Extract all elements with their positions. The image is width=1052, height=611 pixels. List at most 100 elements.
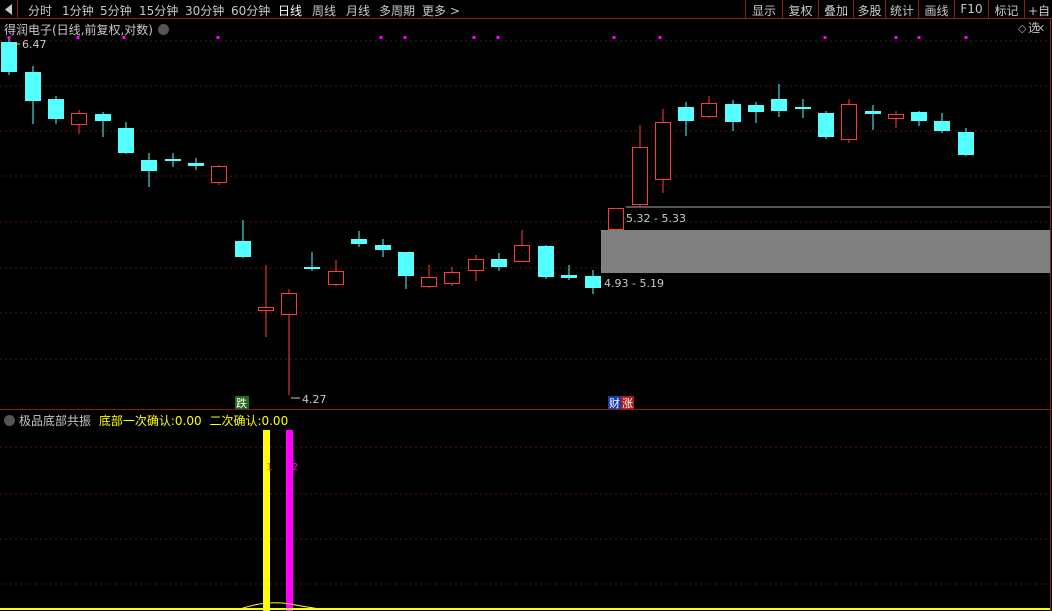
candle-body: [538, 246, 554, 277]
candle: [958, 128, 974, 156]
candle-body: [725, 104, 741, 122]
confirm-bar-1-label: 1: [266, 462, 272, 473]
candle-body: [608, 208, 624, 230]
signal-dot: [917, 36, 921, 39]
candle: [281, 289, 297, 395]
candle: [95, 112, 111, 137]
candle: [865, 105, 881, 130]
candle-body: [141, 160, 157, 171]
candle: [538, 245, 554, 279]
candle-body: [561, 275, 577, 278]
candle-body: [421, 277, 437, 287]
low-price-label: 4.27: [302, 393, 327, 406]
candle-body: [281, 293, 297, 315]
signal-dot: [658, 36, 662, 39]
candle: [491, 253, 507, 271]
signal-dot: [76, 36, 80, 39]
candle: [655, 109, 671, 193]
candle: [608, 208, 624, 231]
indicator-menu-icon[interactable]: [4, 415, 15, 426]
candle: [398, 252, 414, 289]
signal-dot: [216, 36, 220, 39]
candle-body: [585, 276, 601, 288]
candle-body: [701, 103, 717, 117]
candle: [818, 111, 834, 139]
candle-body: [748, 105, 764, 112]
candle: [211, 165, 227, 185]
candle: [585, 270, 601, 294]
candle-body: [71, 113, 87, 125]
candle: [841, 99, 857, 143]
candle: [421, 265, 437, 288]
candle-body: [795, 107, 811, 109]
candle: [141, 153, 157, 187]
signal-dot: [472, 36, 476, 39]
candle: [304, 252, 320, 271]
candle: [934, 113, 950, 133]
zone-upper-label: 5.32 - 5.33: [626, 212, 686, 225]
candle: [375, 239, 391, 257]
signal-dot: [612, 36, 616, 39]
candle: [165, 153, 181, 167]
candle: [561, 265, 577, 280]
second-confirm-label: 二次确认:: [209, 414, 262, 428]
fall-marker[interactable]: 跌: [236, 396, 247, 410]
candle: [25, 66, 41, 124]
candle-body: [771, 99, 787, 111]
confirm-bar-2: [286, 430, 293, 611]
candle-body: [48, 99, 64, 119]
second-confirm-value: 0.00: [261, 414, 289, 428]
confirm-bar-1: [263, 430, 270, 611]
candle-body: [95, 114, 111, 121]
candle: [235, 220, 251, 258]
panel-separator: [0, 409, 1052, 410]
candle: [632, 125, 648, 207]
candle: [468, 255, 484, 281]
signal-dot: [496, 36, 500, 39]
price-zone-box: [601, 230, 1050, 273]
candle-body: [328, 271, 344, 285]
candle: [48, 96, 64, 124]
candle-body: [118, 128, 134, 153]
candle-body: [632, 147, 648, 205]
signal-dot: [894, 36, 898, 39]
candle-body: [678, 107, 694, 121]
candle-body: [468, 259, 484, 271]
candlestick-chart[interactable]: 6.47 4.27 5.32 - 5.33 4.93 - 5.19 跌 财 涨 …: [0, 0, 1052, 611]
candle-body: [1, 42, 17, 72]
finance-marker[interactable]: 财: [609, 396, 620, 410]
candle: [514, 230, 530, 262]
candle-body: [934, 121, 950, 131]
candle-body: [304, 267, 320, 269]
high-price-label: 6.47: [22, 38, 47, 51]
candle-body: [351, 239, 367, 244]
candle: [258, 265, 274, 337]
candle-body: [258, 307, 274, 311]
signal-dot: [403, 36, 407, 39]
candle-body: [491, 259, 507, 267]
confirm-bar-2-label: 2: [292, 462, 298, 473]
first-confirm-value: 0.00: [174, 414, 202, 428]
candle: [888, 111, 904, 128]
candle: [911, 111, 927, 126]
right-border: [1050, 19, 1051, 611]
candle-body: [514, 245, 530, 262]
candle: [188, 158, 204, 170]
signal-dot: [122, 36, 126, 39]
candle: [328, 260, 344, 286]
indicator-name: 极品底部共振: [19, 414, 92, 428]
indicator-title: 极品底部共振 底部一次确认:0.00 二次确认:0.00: [4, 412, 288, 429]
candle: [701, 96, 717, 118]
candle: [795, 99, 811, 118]
signal-dot: [823, 36, 827, 39]
signal-dot: [7, 36, 11, 39]
first-confirm-label: 底部一次确认:: [98, 414, 175, 428]
candle-body: [958, 132, 974, 155]
candle: [71, 110, 87, 134]
candle-body: [211, 166, 227, 183]
candle: [725, 100, 741, 131]
candle-body: [188, 163, 204, 166]
candle-body: [444, 272, 460, 284]
candle-body: [375, 245, 391, 250]
candle-body: [398, 252, 414, 276]
